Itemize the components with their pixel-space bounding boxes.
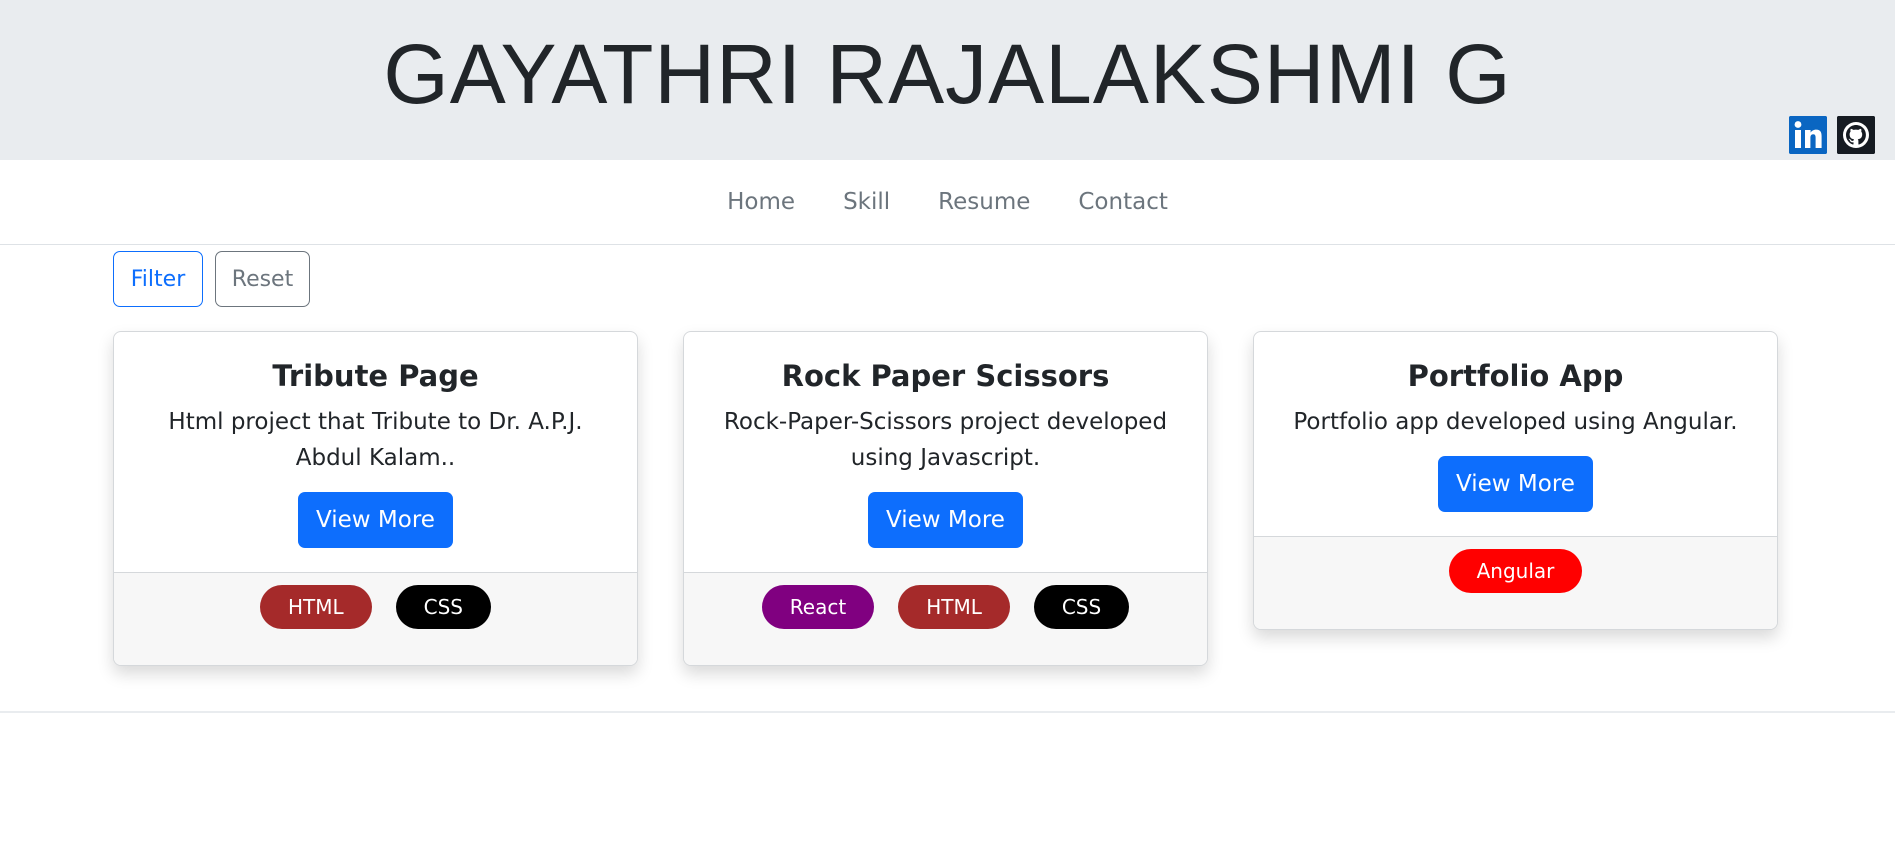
linkedin-icon: [1789, 116, 1827, 154]
social-links: [1789, 116, 1875, 154]
nav-resume[interactable]: Resume: [938, 189, 1030, 215]
view-more-button[interactable]: View More: [1438, 456, 1593, 512]
nav-home[interactable]: Home: [727, 189, 795, 215]
tag-react: React: [761, 585, 875, 629]
main-nav: Home Skill Resume Contact: [0, 160, 1895, 245]
filter-button[interactable]: Filter: [113, 251, 203, 307]
card-description: Rock-Paper-Scissors project developed us…: [723, 409, 1168, 471]
card-description: Html project that Tribute to Dr. A.P.J. …: [168, 409, 583, 471]
card-tags: Angular: [1254, 536, 1777, 629]
tag-angular: Angular: [1448, 549, 1583, 593]
reset-button[interactable]: Reset: [215, 251, 310, 307]
card-title: Rock Paper Scissors: [781, 359, 1110, 393]
linkedin-link[interactable]: [1789, 116, 1827, 154]
tag-css: CSS: [1033, 585, 1130, 629]
card-tags: HTML CSS: [114, 572, 637, 665]
github-link[interactable]: [1837, 116, 1875, 154]
card-body: Rock Paper Scissors Rock-Paper-Scissors …: [684, 332, 1207, 572]
project-card-portfolio: Portfolio App Portfolio app developed us…: [1253, 331, 1778, 630]
tag-css: CSS: [395, 585, 491, 629]
project-card-rps: Rock Paper Scissors Rock-Paper-Scissors …: [683, 331, 1208, 666]
tag-html: HTML: [898, 585, 1010, 629]
header: GAYATHRI RAJALAKSHMI G: [0, 0, 1895, 160]
nav-skill[interactable]: Skill: [843, 189, 890, 215]
project-card-tribute: Tribute Page Html project that Tribute t…: [113, 331, 638, 666]
github-icon: [1837, 116, 1875, 154]
card-tags: React HTML CSS: [684, 572, 1207, 665]
view-more-button[interactable]: View More: [298, 492, 453, 548]
view-more-button[interactable]: View More: [868, 492, 1023, 548]
card-body: Tribute Page Html project that Tribute t…: [114, 332, 637, 572]
page-title: GAYATHRI RAJALAKSHMI G: [383, 27, 1512, 121]
card-description: Portfolio app developed using Angular.: [1293, 409, 1738, 435]
tag-html: HTML: [259, 585, 372, 629]
card-title: Tribute Page: [272, 359, 479, 393]
card-body: Portfolio App Portfolio app developed us…: [1254, 332, 1777, 536]
divider: [0, 711, 1895, 713]
card-title: Portfolio App: [1407, 359, 1624, 393]
nav-contact[interactable]: Contact: [1078, 189, 1167, 215]
